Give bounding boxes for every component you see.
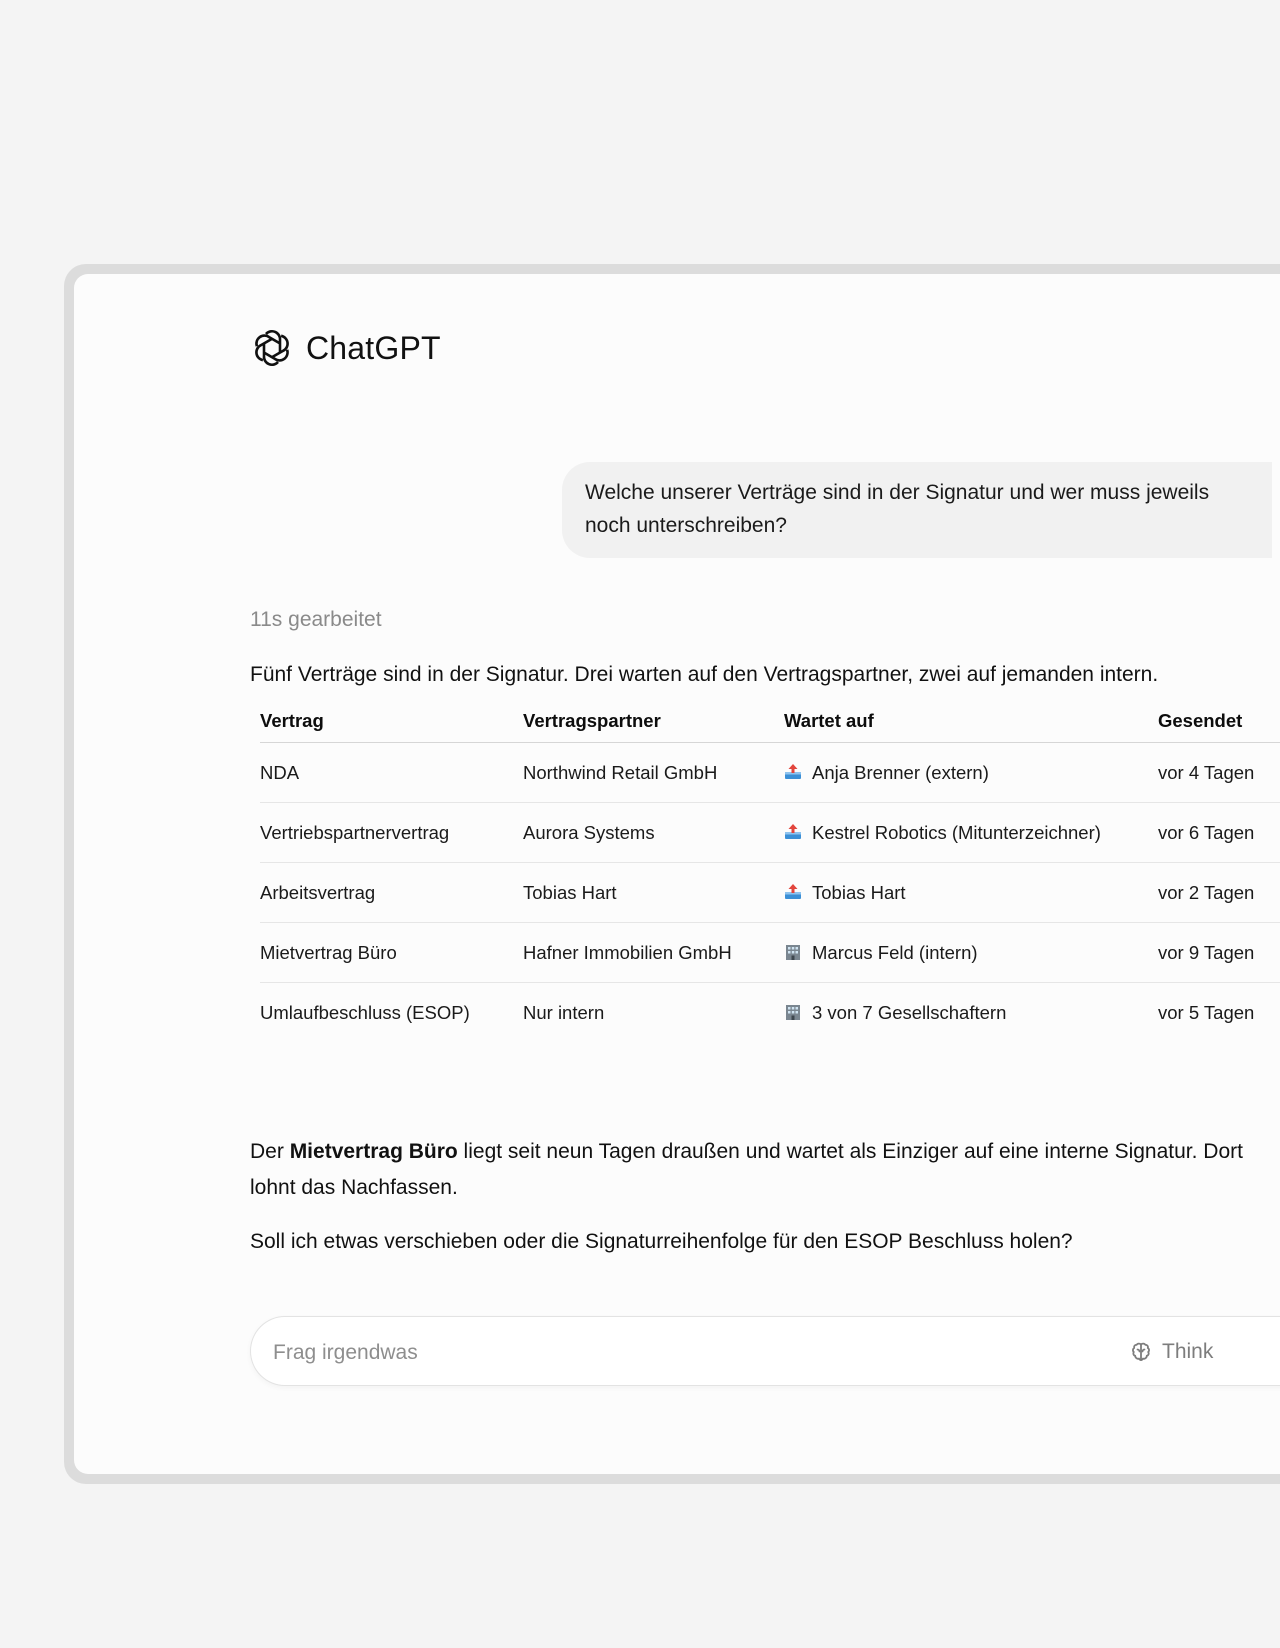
office-building-icon xyxy=(786,945,800,960)
table-row: Umlaufbeschluss (ESOP) Nur intern 3 von … xyxy=(260,983,1280,1043)
user-message-text: Welche unserer Verträge sind in der Sign… xyxy=(585,481,1210,537)
cell-waiting: 3 von 7 Gesellschaftern xyxy=(784,983,1158,1043)
chat-window: ChatGPT Welche unserer Verträge sind in … xyxy=(74,274,1280,1474)
cell-waiting-text: Tobias Hart xyxy=(812,882,906,903)
contracts-table-container: Vertrag Vertragspartner Wartet auf Gesen… xyxy=(260,698,1280,1042)
cell-waiting-text: Kestrel Robotics (Mitunterzeichner) xyxy=(812,822,1101,843)
think-button[interactable]: Think xyxy=(1129,1335,1213,1369)
cell-contract: Mietvertrag Büro xyxy=(260,922,523,983)
cell-waiting-text: 3 von 7 Gesellschaftern xyxy=(812,1002,1007,1023)
brain-icon xyxy=(1132,1342,1150,1361)
cell-waiting-text: Marcus Feld (intern) xyxy=(812,942,978,963)
thinking-duration-label[interactable]: 11s gearbeitet xyxy=(250,608,382,632)
think-button-label: Think xyxy=(1162,1340,1214,1363)
cell-waiting: Marcus Feld (intern) xyxy=(784,922,1158,983)
cell-contract: Vertriebspartnervertrag xyxy=(260,802,523,863)
cell-contract: Umlaufbeschluss (ESOP) xyxy=(260,1002,470,1023)
table-row: Mietvertrag Büro Hafner Immobilien GmbH xyxy=(260,922,1280,983)
device-frame: ChatGPT Welche unserer Verträge sind in … xyxy=(64,264,1280,1484)
cell-partner: Aurora Systems xyxy=(523,802,784,863)
cell-contract: Arbeitsvertrag xyxy=(260,862,523,923)
cell-waiting: Kestrel Robotics (Mitunterzeichner) xyxy=(784,802,1158,863)
column-header-partner: Vertragspartner xyxy=(523,698,784,743)
cell-contract: NDA xyxy=(260,742,523,803)
cell-partner: Northwind Retail GmbH xyxy=(523,742,784,803)
table-row: Vertriebspartnervertrag Aurora Systems K… xyxy=(260,802,1280,863)
assistant-intro-text: Fünf Verträge sind in der Signatur. Drei… xyxy=(250,663,1159,686)
assistant-followup-question: Soll ich etwas verschieben oder die Sign… xyxy=(250,1230,1073,1253)
cell-waiting: Tobias Hart xyxy=(784,862,1158,923)
cell-partner: Hafner Immobilien GmbH xyxy=(523,922,784,983)
user-message-bubble: Welche unserer Verträge sind in der Sign… xyxy=(562,462,1272,558)
assistant-closing-text: Der Mietvertrag Büro liegt seit neun Tag… xyxy=(250,1134,1280,1206)
cell-sent: vor 6 Tagen xyxy=(1158,802,1280,863)
openai-logo-icon xyxy=(255,329,289,367)
cell-waiting-text: Anja Brenner (extern) xyxy=(812,762,989,783)
cell-waiting: Anja Brenner (extern) xyxy=(784,742,1158,803)
cell-sent: vor 2 Tagen xyxy=(1158,862,1280,923)
outbox-tray-icon xyxy=(785,764,801,779)
office-building-icon xyxy=(786,1005,800,1020)
contracts-table: Vertrag Vertragspartner Wartet auf Gesen… xyxy=(260,698,1280,1042)
column-header-sent: Gesendet xyxy=(1158,698,1280,743)
closing-prefix: Der xyxy=(250,1140,290,1163)
cell-sent: vor 5 Tagen xyxy=(1158,1002,1255,1023)
table-row: Arbeitsvertrag Tobias Hart Tobias Hart v… xyxy=(260,862,1280,923)
outbox-tray-icon xyxy=(785,824,801,839)
cell-partner: Nur intern xyxy=(523,1002,605,1023)
app-title: ChatGPT xyxy=(306,329,441,366)
closing-highlight: Mietvertrag Büro xyxy=(289,1140,458,1163)
table-header-row: Vertrag Vertragspartner Wartet auf Gesen… xyxy=(260,698,1280,743)
column-header-waiting: Wartet auf xyxy=(784,698,1158,743)
table-row: NDA Northwind Retail GmbH Anja Brenner (… xyxy=(260,742,1280,803)
column-header-contract: Vertrag xyxy=(260,698,523,743)
cell-partner: Tobias Hart xyxy=(523,862,784,923)
prompt-input[interactable] xyxy=(271,1335,1075,1371)
outbox-tray-icon xyxy=(785,884,801,899)
brand-header: ChatGPT xyxy=(250,326,441,370)
cell-sent: vor 4 Tagen xyxy=(1158,742,1280,803)
cell-sent: vor 9 Tagen xyxy=(1158,922,1280,983)
composer-bar: Think xyxy=(250,1316,1280,1386)
